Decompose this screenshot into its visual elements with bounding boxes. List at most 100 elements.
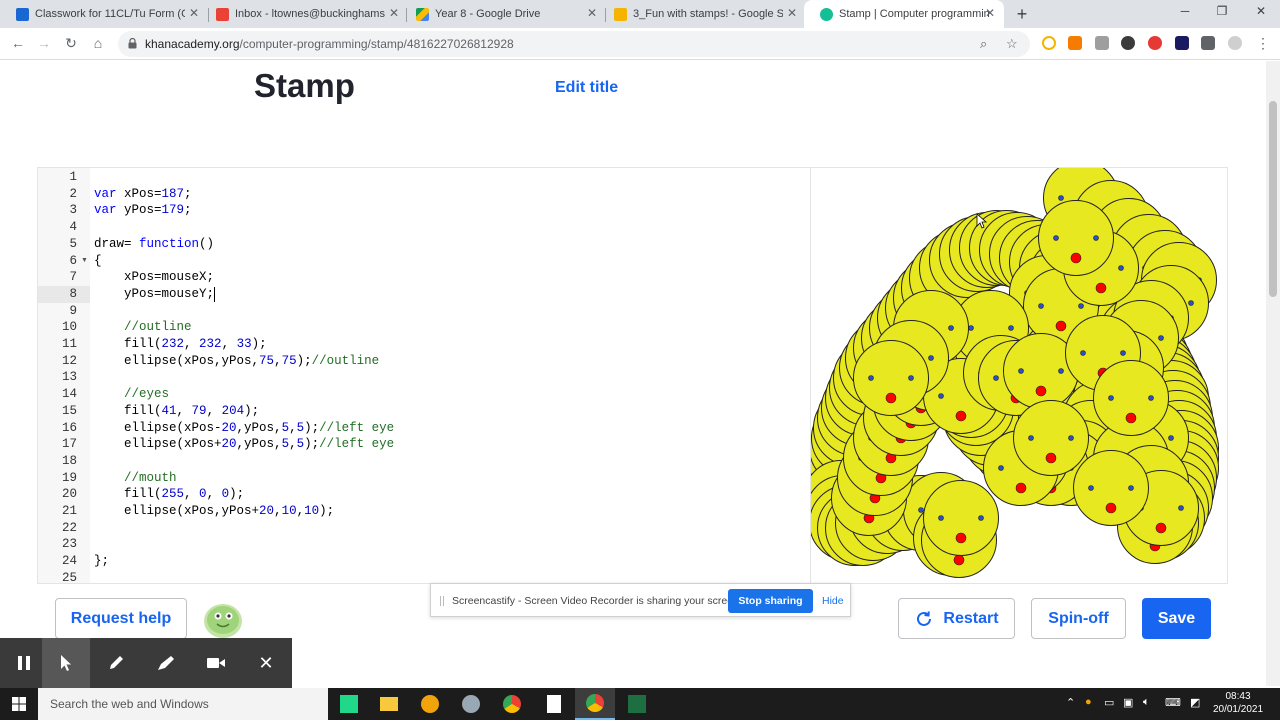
file-explorer-icon[interactable] [369,688,409,720]
code-line[interactable]: ellipse(xPos-20,yPos,5,5);//left eye [94,420,394,437]
code-line[interactable]: xPos=mouseX; [94,269,214,286]
stop-sharing-button[interactable]: Stop sharing [728,589,813,613]
line-number[interactable]: 11 [38,336,90,353]
reload-icon[interactable]: ↻ [62,35,80,52]
code-line[interactable]: { [94,253,102,270]
line-number[interactable]: 22 [38,520,90,537]
battery-icon[interactable]: ▭ [1104,696,1114,709]
line-number[interactable]: 18 [38,453,90,470]
page-scrollbar[interactable] [1266,61,1280,686]
minimize-button[interactable]: ─ [1170,4,1200,18]
close-icon[interactable]: ✕ [982,6,998,20]
extension-icon[interactable] [1068,36,1082,50]
request-help-button[interactable]: Request help [55,598,187,639]
line-number[interactable]: 25 [38,570,90,587]
taskbar-clock[interactable]: 08:43 20/01/2021 [1208,690,1268,716]
close-icon[interactable]: ✕ [784,6,800,20]
extension-icon[interactable] [1095,36,1109,50]
bookmark-star-icon[interactable]: ☆ [1006,36,1018,52]
edit-title-link[interactable]: Edit title [555,79,618,97]
code-line[interactable]: }; [94,553,109,570]
code-line[interactable]: draw= function() [94,236,214,253]
close-icon[interactable]: ✕ [242,638,290,688]
excel-icon[interactable] [617,688,657,720]
browser-tab-gmail[interactable]: Inbox - ltownes@buckinghamsch ✕ [200,0,408,28]
line-number[interactable]: 16 [38,420,90,437]
line-number[interactable]: 12 [38,353,90,370]
hide-button[interactable]: Hide [822,595,844,607]
scrollbar-thumb[interactable] [1269,101,1277,297]
chevron-up-icon[interactable]: ⌃ [1066,696,1075,709]
pen-icon[interactable] [92,638,140,688]
line-number[interactable]: 21 [38,503,90,520]
puzzle-icon[interactable] [1201,36,1215,50]
save-button[interactable]: Save [1142,598,1211,639]
fold-arrow-icon[interactable]: ▼ [81,257,88,264]
kebab-menu-icon[interactable]: ⋮ [1254,35,1272,52]
forward-icon[interactable]: → [35,35,53,51]
line-number[interactable]: 19 [38,470,90,487]
pointer-icon[interactable] [42,638,90,688]
code-line[interactable]: ellipse(xPos,yPos+20,10,10); [94,503,334,520]
close-window-button[interactable]: ✕ [1246,4,1276,18]
browser-icon[interactable] [410,688,450,720]
network-icon[interactable]: ▣ [1123,696,1133,709]
pycharm-icon[interactable] [329,688,369,720]
taskbar-search[interactable]: Search the web and Windows [38,688,328,720]
code-line[interactable]: ellipse(xPos+20,yPos,5,5);//left eye [94,436,394,453]
output-canvas[interactable] [811,168,1227,583]
line-number[interactable]: 1 [38,169,90,186]
chrome-active-icon[interactable] [575,688,615,720]
code-line[interactable]: var xPos=187; [94,186,192,203]
line-number[interactable]: 14 [38,386,90,403]
line-number[interactable]: 10 [38,319,90,336]
tray-app-icon[interactable]: ● [1085,696,1092,708]
line-number[interactable]: 15 [38,403,90,420]
extension-icon[interactable] [1042,36,1056,50]
line-number[interactable]: 17 [38,436,90,453]
code-line[interactable]: fill(232, 232, 33); [94,336,267,353]
line-number[interactable]: 4 [38,219,90,236]
maximize-button[interactable]: ❐ [1207,4,1237,18]
code-line[interactable]: ellipse(xPos,yPos,75,75);//outline [94,353,379,370]
new-tab-button[interactable]: + [1013,4,1031,25]
browser-tab-slides[interactable]: 3_Fun with stamps! - Google Slid ✕ [598,0,806,28]
line-number[interactable]: 24 [38,553,90,570]
windows-start-icon[interactable] [12,697,26,711]
volume-icon[interactable]: 🔈︎ [1143,696,1150,709]
line-number[interactable]: 5 [38,236,90,253]
keyboard-icon[interactable]: ⌨ [1165,696,1181,709]
address-bar[interactable]: khanacademy.org/computer-programming/sta… [118,31,1030,57]
code-line[interactable]: //outline [94,319,192,336]
zoom-icon[interactable]: ⌕ [980,36,987,52]
code-line[interactable]: fill(255, 0, 0); [94,486,244,503]
highlighter-icon[interactable] [142,638,190,688]
browser-tab-stamp[interactable]: Stamp | Computer programming ✕ [804,0,1004,28]
line-number[interactable]: 7 [38,269,90,286]
browser-tab-drive[interactable]: Year 8 - Google Drive ✕ [400,0,606,28]
code-line[interactable]: //eyes [94,386,169,403]
profile-avatar[interactable] [1228,36,1242,50]
pause-icon[interactable] [0,638,48,688]
line-number[interactable]: 23 [38,536,90,553]
code-editor[interactable]: var xPos=187; var yPos=179; draw= function… [94,168,810,583]
browser-tab-classroom[interactable]: Classwork for 11CL/Tu Form (Cla ✕ [0,0,208,28]
restart-button[interactable]: Restart [898,598,1015,639]
back-icon[interactable]: ← [9,35,27,51]
language-icon[interactable]: ◩ [1190,696,1200,709]
line-number[interactable]: 20 [38,486,90,503]
line-number[interactable]: 2 [38,186,90,203]
extension-icon[interactable] [1148,36,1162,50]
camera-icon[interactable] [192,638,240,688]
line-number[interactable]: 3 [38,202,90,219]
notepad-icon[interactable] [534,688,574,720]
code-line[interactable]: var yPos=179; [94,202,192,219]
paint-icon[interactable] [451,688,491,720]
code-line[interactable]: //mouth [94,470,177,487]
code-line[interactable]: fill(41, 79, 204); [94,403,259,420]
code-line[interactable]: yPos=mouseY; [94,286,214,303]
chrome-icon[interactable] [492,688,532,720]
line-number[interactable]: 13 [38,369,90,386]
drag-handle-icon[interactable] [440,596,444,606]
extension-icon[interactable] [1121,36,1135,50]
